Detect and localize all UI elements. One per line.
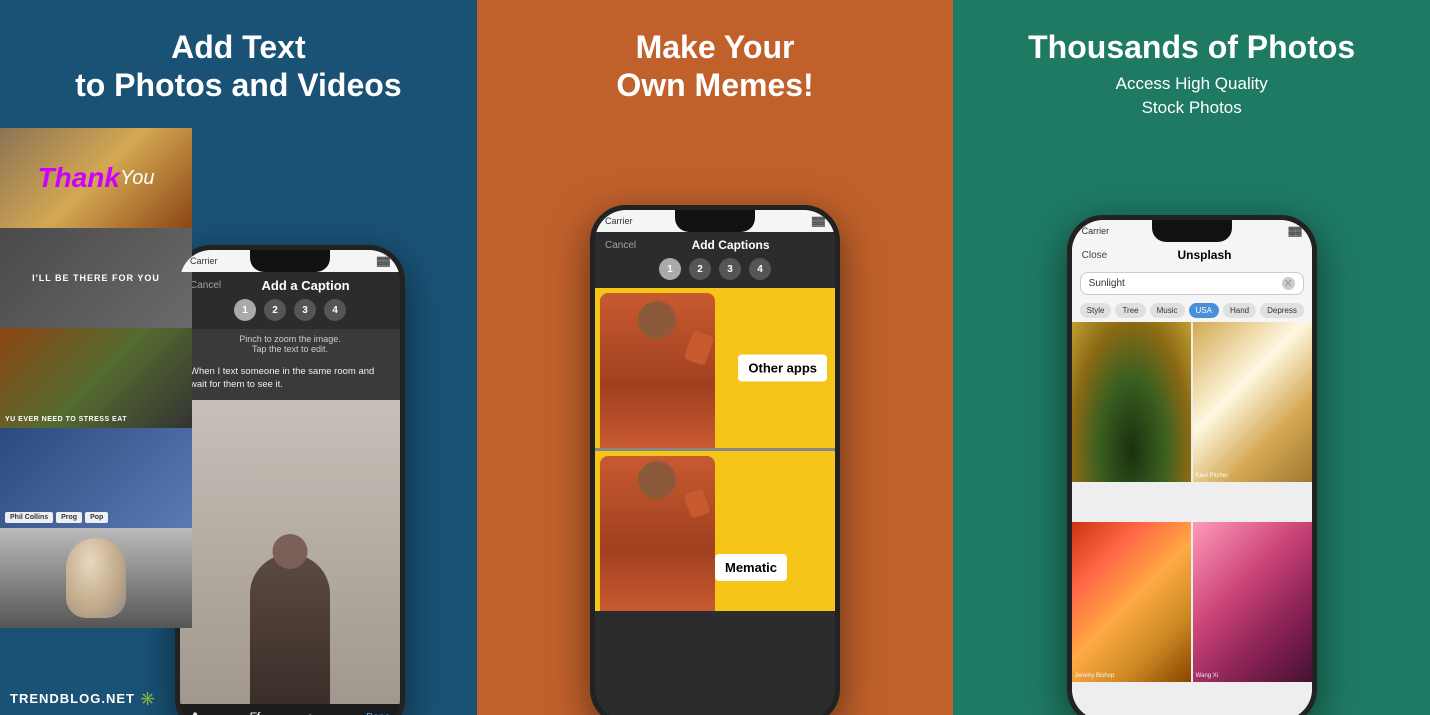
step-2[interactable]: 2 [264,299,286,321]
strip-music-labels: Phil Collins Prog Pop [0,428,192,528]
phone-panel3: Carrier 4:10 PM ▓▓ Close Unsplash Sunlig… [953,215,1430,715]
panel2-heading: Make YourOwn Memes! [616,0,813,105]
panel-add-text: Add Textto Photos and Videos Thank You I… [0,0,477,715]
nav-title-3: Unsplash [1177,248,1231,262]
photo-grid: Kiert Pitcher Jeremy Bishop Wang Xi [1072,322,1312,715]
photo-area [180,400,400,704]
step-3[interactable]: 3 [294,299,316,321]
carrier-1: Carrier [190,256,218,266]
panel2-title: Make YourOwn Memes! [616,28,813,105]
steps-2: 1 2 3 4 [595,258,835,288]
step-2-3[interactable]: 3 [719,258,741,280]
credit-3: Jeremy Bishop [1075,673,1115,679]
watermark: TRENDBLOG.NET ✳️ [10,691,157,707]
tag-music[interactable]: Music [1150,303,1185,318]
search-area: Sunlight ✕ [1072,268,1312,299]
step-4[interactable]: 4 [324,299,346,321]
panel-memes: Make YourOwn Memes! Carrier 10:06 AM ▓▓ … [477,0,954,715]
cancel-btn-1[interactable]: Cancel [190,280,221,291]
panel3-title: Thousands of Photos [1028,28,1355,66]
cancel-btn-2[interactable]: Cancel [605,240,636,251]
carrier-2: Carrier [605,216,633,226]
steps-1: 1 2 3 4 [180,299,400,329]
step-2-2[interactable]: 2 [689,258,711,280]
nav-title-2: Add Captions [692,238,770,252]
screen-2: Cancel Add Captions 1 2 3 4 [595,232,835,715]
strip-stress-eat: YU EVER NEED TO STRESS EAT [0,328,192,428]
other-apps-label: Other apps [738,355,827,382]
tags-row: Style Tree Music USA Hand Depress [1072,299,1312,322]
tag-style[interactable]: Style [1080,303,1112,318]
panel3-subtitle: Access High QualityStock Photos [1028,72,1355,120]
cursor-icon: ➤ [308,711,317,715]
panel1-title: Add Textto Photos and Videos [75,28,402,105]
phone-frame-2: Carrier 10:06 AM ▓▓ Cancel Add Captions … [590,205,840,715]
battery-2: ▓▓ [812,216,825,226]
photo-tree[interactable] [1072,322,1191,482]
label-pop: Pop [85,512,108,523]
einstein-image [66,538,126,618]
nav-title-1: Add a Caption [262,278,350,293]
you-text: You [120,167,154,190]
tag-tree[interactable]: Tree [1115,303,1145,318]
photo-sunlight[interactable]: Kiert Pitcher [1193,322,1312,482]
panel3-heading: Thousands of Photos Access High QualityS… [1028,0,1355,120]
search-bar[interactable]: Sunlight ✕ [1080,272,1304,295]
phone-panel1: Carrier 4:07 PM ▓▓ Cancel Add a Caption … [160,245,420,715]
carrier-3: Carrier [1082,226,1110,236]
photo-autumn[interactable]: Jeremy Bishop [1072,522,1191,682]
phone-panel2: Carrier 10:06 AM ▓▓ Cancel Add Captions … [477,205,954,715]
tag-usa[interactable]: USA [1189,303,1219,318]
step-1[interactable]: 1 [234,299,256,321]
screen-1: Cancel Add a Caption 1 2 3 4 Pinch to zo… [180,272,400,715]
strip-friends: I'LL BE THERE FOR YOU [0,228,192,328]
close-btn-3[interactable]: Close [1082,250,1108,261]
photo-flower[interactable]: Wang Xi [1193,522,1312,682]
credit-4: Wang Xi [1196,673,1218,679]
notch-3 [1152,220,1232,242]
step-2-4[interactable]: 4 [749,258,771,280]
screen-3: Close Unsplash Sunlight ✕ Style Tree Mus… [1072,242,1312,715]
thank-text: Thank [38,162,120,194]
left-photo-strip: Thank You I'LL BE THERE FOR YOU YU EVER … [0,128,192,628]
label-prog: Prog [56,512,82,523]
hint-text: Pinch to zoom the image.Tap the text to … [180,329,400,359]
credit-2: Kiert Pitcher [1196,473,1229,479]
notch-1 [250,250,330,272]
phone-frame-1: Carrier 4:07 PM ▓▓ Cancel Add a Caption … [175,245,405,715]
tag-hand[interactable]: Hand [1223,303,1256,318]
toolbar-1: A Ff ➤ Done [180,704,400,715]
strip-einstein [0,528,192,628]
drake-approve [600,456,715,611]
search-clear-icon[interactable]: ✕ [1282,277,1295,290]
strip-thank-you: Thank You [0,128,192,228]
meme-top: Other apps [595,288,835,448]
done-btn[interactable]: Done [366,712,390,715]
strip-text-stress: YU EVER NEED TO STRESS EAT [5,416,127,423]
drake-dismiss [600,293,715,448]
panel-photos: Thousands of Photos Access High QualityS… [953,0,1430,715]
person-silhouette [250,554,330,704]
mematic-label: Mematic [715,554,787,581]
notch-2 [675,210,755,232]
tag-depress[interactable]: Depress [1260,303,1304,318]
nav-1: Cancel Add a Caption [180,272,400,299]
nav-2: Cancel Add Captions [595,232,835,258]
nav-3: Close Unsplash [1072,242,1312,268]
strip-text-friends: I'LL BE THERE FOR YOU [32,273,160,283]
step-2-1[interactable]: 1 [659,258,681,280]
search-value: Sunlight [1089,278,1125,289]
battery-1: ▓▓ [377,256,390,266]
meme-bottom: Mematic [595,451,835,611]
panel1-heading: Add Textto Photos and Videos [75,0,402,105]
phone-frame-3: Carrier 4:10 PM ▓▓ Close Unsplash Sunlig… [1067,215,1317,715]
battery-3: ▓▓ [1289,226,1302,236]
caption-text: When I text someone in the same room and… [180,359,400,400]
font-a-btn[interactable]: A [190,709,200,715]
label-phil: Phil Collins [5,512,53,523]
font-ff-btn[interactable]: Ff [249,710,260,715]
